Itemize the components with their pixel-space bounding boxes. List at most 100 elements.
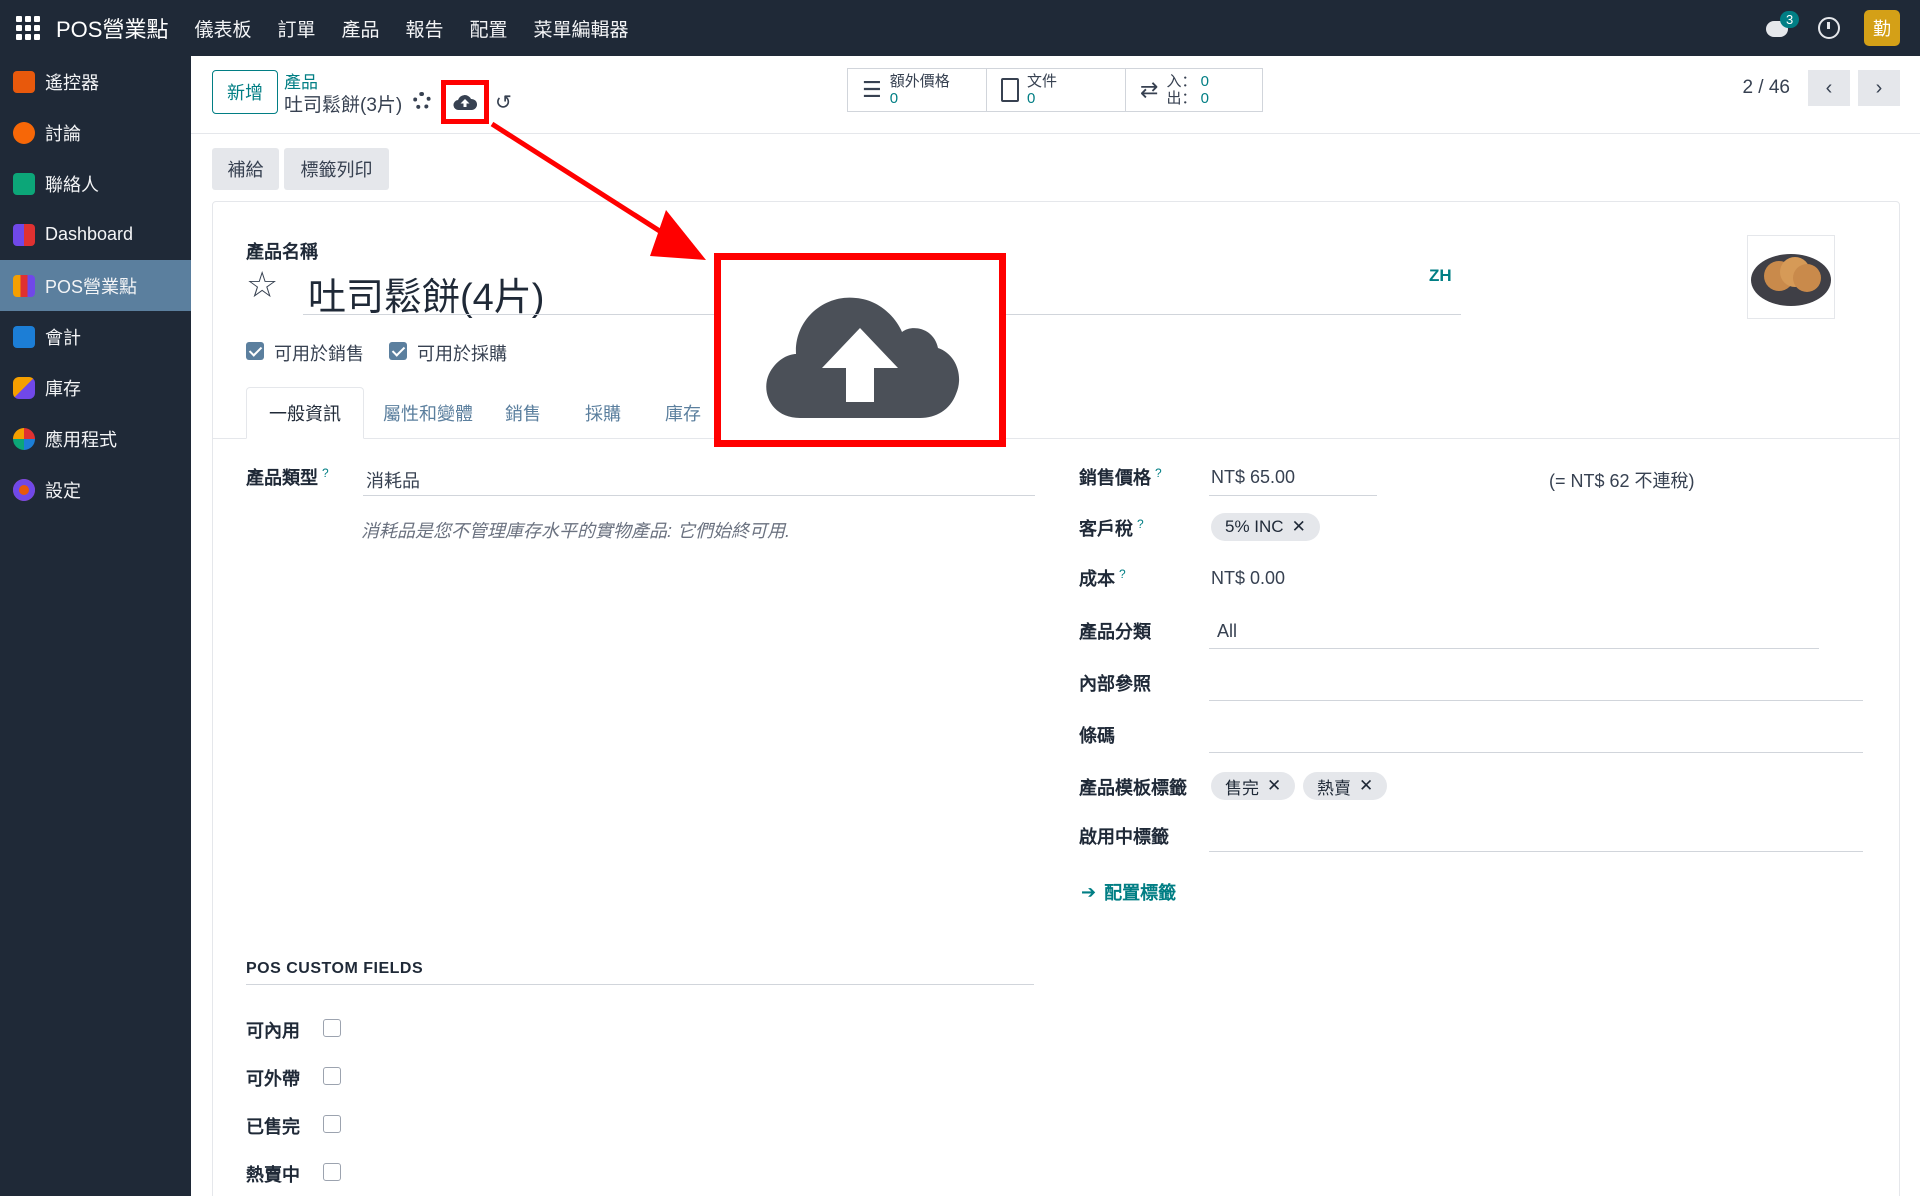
internal-reference-label: 內部參照 [1079, 674, 1151, 694]
sidebar-item-label: 會計 [45, 327, 81, 348]
gear-icon[interactable] [413, 92, 431, 110]
product-name-input[interactable]: 吐司鬆餅(4片) [308, 266, 544, 321]
hot-selling-label: 熱賣中 [246, 1165, 300, 1185]
menu-dashboard[interactable]: 儀表板 [194, 15, 251, 42]
favorite-star-icon[interactable]: ☆ [246, 264, 278, 306]
menu-menu-editor[interactable]: 菜單編輯器 [534, 15, 629, 42]
pager: 2 / 46 ‹ › [1742, 70, 1900, 106]
next-record-button[interactable]: › [1858, 70, 1900, 106]
tag-label: 熱賣 [1317, 778, 1351, 798]
sidebar-item-pos[interactable]: POS營業點 [0, 260, 191, 311]
menu-configuration[interactable]: 配置 [470, 15, 508, 42]
pager-value[interactable]: 2 / 46 [1742, 77, 1790, 99]
tab-general-info[interactable]: 一般資訊 [246, 387, 364, 439]
tag-label: 售完 [1225, 778, 1259, 798]
top-navbar: POS營業點 儀表板 訂單 產品 報告 配置 菜單編輯器 3 勤 [0, 0, 1920, 56]
tag-hot-sale[interactable]: 熱賣 ✕ [1303, 772, 1388, 800]
arrow-right-icon: ➔ [1081, 881, 1097, 902]
activity-clock-icon[interactable] [1818, 17, 1840, 39]
takeout-checkbox[interactable] [323, 1067, 341, 1085]
customer-tax-tag[interactable]: 5% INC ✕ [1211, 513, 1320, 541]
dashboard-icon [13, 223, 35, 246]
active-tags-label: 啟用中標籤 [1079, 827, 1169, 847]
upload-cloud-icon [766, 297, 960, 418]
sold-out-checkbox[interactable] [323, 1115, 341, 1133]
menu-orders[interactable]: 訂單 [277, 15, 315, 42]
tab-sales[interactable]: 銷售 [493, 387, 553, 439]
extra-price-label: 額外價格 [889, 73, 950, 90]
tag-sold-out[interactable]: 售完 ✕ [1211, 772, 1296, 800]
chat-count-badge: 3 [1780, 11, 1800, 28]
previous-record-button[interactable]: ‹ [1808, 70, 1850, 106]
configure-tags-label: 配置標籤 [1104, 883, 1177, 903]
sidebar-item-settings[interactable]: 設定 [0, 464, 191, 515]
tag-label: 5% INC [1225, 517, 1284, 536]
menu-products[interactable]: 產品 [342, 15, 380, 42]
out-label: 出： [1166, 90, 1197, 107]
configure-tags-link[interactable]: ➔ 配置標籤 [1081, 879, 1176, 905]
remove-tag-icon[interactable]: ✕ [1359, 776, 1373, 796]
pos-custom-fields-title: POS CUSTOM FIELDS [246, 960, 424, 977]
sidebar-item-accounting[interactable]: 會計 [0, 311, 191, 362]
inventory-icon [13, 376, 35, 399]
user-avatar[interactable]: 勤 [1864, 10, 1900, 46]
menu-reports[interactable]: 報告 [406, 15, 444, 42]
sidebar-item-contacts[interactable]: 聯絡人 [0, 158, 191, 209]
active-tags-input[interactable] [1209, 851, 1863, 852]
can-be-purchased-label: 可用於採購 [417, 344, 507, 364]
app-name[interactable]: POS營業點 [56, 12, 168, 44]
app-grid-icon[interactable] [0, 0, 56, 56]
sidebar-item-apps[interactable]: 應用程式 [0, 413, 191, 464]
sidebar-item-label: 遙控器 [45, 72, 99, 93]
dine-in-checkbox[interactable] [323, 1019, 341, 1037]
sidebar-item-inventory[interactable]: 庫存 [0, 362, 191, 413]
tab-attributes-variants[interactable]: 屬性和變體 [373, 387, 483, 439]
chevron-left-icon: ‹ [1825, 76, 1833, 99]
in-out-button[interactable]: ⇄ 入： 0 出： 0 [1126, 69, 1262, 111]
contacts-icon [13, 172, 35, 195]
breadcrumb-current: 吐司鬆餅(3片) [284, 95, 403, 116]
new-button[interactable]: 新增 [212, 70, 278, 114]
barcode-input[interactable] [1209, 752, 1863, 753]
hot-selling-checkbox[interactable] [323, 1163, 341, 1181]
product-type-help: 消耗品是您不管理庫存水平的實物產品: 它們始終可用. [361, 521, 791, 541]
product-image[interactable] [1747, 235, 1835, 319]
sidebar-item-label: 應用程式 [45, 429, 117, 450]
can-be-sold-checkbox[interactable] [246, 342, 264, 360]
remove-tag-icon[interactable]: ✕ [1292, 517, 1306, 537]
cost-value[interactable]: NT$ 0.00 [1211, 568, 1285, 589]
documents-button[interactable]: 文件 0 [987, 69, 1126, 111]
product-type-select[interactable]: 消耗品 [366, 467, 420, 493]
sidebar-item-discuss[interactable]: 討論 [0, 107, 191, 158]
sidebar-item-label: 討論 [45, 123, 81, 144]
replenish-button[interactable]: 補給 [212, 148, 279, 190]
can-be-sold-label: 可用於銷售 [274, 344, 364, 364]
remove-tag-icon[interactable]: ✕ [1267, 776, 1281, 796]
document-icon [1001, 78, 1019, 102]
sidebar-item-label: Dashboard [45, 224, 134, 244]
pos-icon [13, 274, 35, 297]
sidebar-item-dashboard[interactable]: Dashboard [0, 209, 191, 260]
can-be-purchased-checkbox[interactable] [389, 342, 407, 360]
print-labels-button[interactable]: 標籤列印 [284, 148, 389, 190]
internal-reference-input[interactable] [1209, 700, 1863, 701]
sidebar-item-label: 聯絡人 [45, 174, 99, 195]
extra-price-button[interactable]: ☰ 額外價格 0 [848, 69, 987, 111]
product-type-label: 產品類型? [246, 466, 329, 488]
form-tabs: 一般資訊 屬性和變體 銷售 採購 庫存 [213, 387, 1899, 439]
sales-price-label: 銷售價格? [1079, 466, 1162, 488]
chat-icon[interactable]: 3 [1764, 11, 1800, 43]
tab-purchase[interactable]: 採購 [573, 387, 633, 439]
product-form-sheet: 產品名稱 ☆ 吐司鬆餅(4片) ZH 可用於銷售 可用於採購 一般資訊 屬性和變… [212, 201, 1900, 1196]
language-button[interactable]: ZH [1429, 266, 1452, 286]
product-category-select[interactable]: All [1217, 621, 1237, 642]
sales-price-tax-note: (= NT$ 62 不連稅) [1549, 471, 1695, 491]
sold-out-label: 已售完 [246, 1117, 300, 1137]
discuss-icon [13, 121, 35, 144]
sales-price-input[interactable]: NT$ 65.00 [1211, 467, 1295, 488]
product-category-label: 產品分類 [1079, 622, 1151, 642]
tab-inventory[interactable]: 庫存 [653, 387, 713, 439]
sidebar-item-remote[interactable]: 遙控器 [0, 56, 191, 107]
sidebar-item-label: POS營業點 [45, 276, 138, 297]
apps-icon [13, 427, 35, 450]
